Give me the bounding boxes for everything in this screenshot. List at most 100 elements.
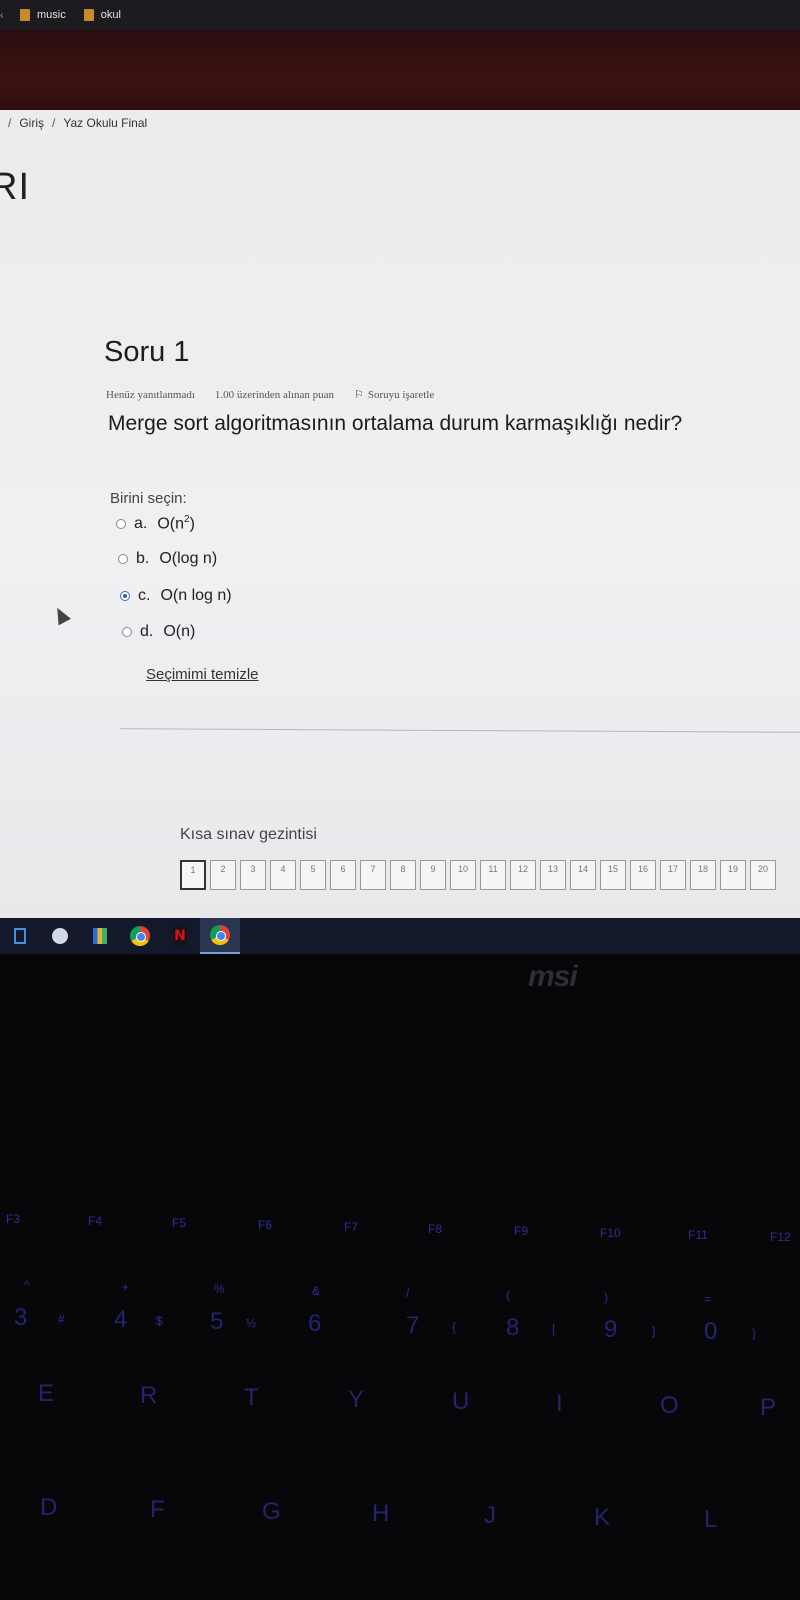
radio-button[interactable] bbox=[118, 554, 128, 564]
quiz-navigation-title: Kısa sınav gezintisi bbox=[180, 826, 317, 843]
quiz-nav-button-12[interactable]: 12 bbox=[510, 860, 536, 890]
key-p: P bbox=[760, 1394, 777, 1421]
quiz-nav-button-5[interactable]: 5 bbox=[300, 860, 326, 890]
key-u: U bbox=[452, 1388, 470, 1415]
quiz-nav-button-19[interactable]: 19 bbox=[720, 860, 746, 890]
key-g: G bbox=[262, 1498, 281, 1525]
key-f: F bbox=[150, 1496, 165, 1523]
quiz-nav-button-15[interactable]: 15 bbox=[600, 860, 626, 890]
quiz-navigation-buttons: 1 2 3 4 5 6 7 8 9 10 11 12 13 14 15 16 17 18 19 20 bbox=[180, 860, 776, 890]
file-explorer-taskbar-button[interactable] bbox=[0, 918, 40, 954]
radio-button-selected[interactable] bbox=[120, 591, 130, 601]
key-3: 3 bbox=[14, 1304, 28, 1331]
clear-choice-link[interactable]: Seçimimi temizle bbox=[146, 666, 259, 683]
quiz-nav-button-3[interactable]: 3 bbox=[240, 860, 266, 890]
quiz-nav-button-10[interactable]: 10 bbox=[450, 860, 476, 890]
key-i: I bbox=[556, 1390, 563, 1417]
key-half: ½ bbox=[246, 1316, 257, 1330]
breadcrumb-home[interactable]: Giriş bbox=[19, 116, 44, 130]
chrome-active-icon bbox=[210, 925, 230, 945]
quiz-nav-button-1[interactable]: 1 bbox=[180, 860, 206, 890]
option-letter: a. bbox=[134, 514, 148, 532]
key-symbol: = bbox=[704, 1292, 712, 1306]
quiz-nav-button-2[interactable]: 2 bbox=[210, 860, 236, 890]
question-grade: 1.00 üzerinden alınan puan bbox=[214, 388, 335, 401]
bookmark-music[interactable]: music bbox=[20, 9, 66, 21]
quiz-page: / Giriş / Yaz Okulu Final RI Soru 1 Henü… bbox=[0, 110, 800, 920]
option-c[interactable]: c. O(n log n) bbox=[120, 587, 232, 605]
netflix-icon: N bbox=[173, 927, 187, 945]
quiz-nav-button-17[interactable]: 17 bbox=[660, 860, 686, 890]
key-symbol: + bbox=[122, 1280, 130, 1294]
key-h: H bbox=[372, 1500, 390, 1527]
quiz-nav-button-7[interactable]: 7 bbox=[360, 860, 386, 890]
key-9: 9 bbox=[604, 1316, 618, 1343]
quiz-nav-button-11[interactable]: 11 bbox=[480, 860, 506, 890]
key-brace-close: } bbox=[752, 1326, 757, 1340]
overflow-chevron-icon[interactable]: ‹ bbox=[0, 10, 8, 21]
books-taskbar-button[interactable] bbox=[80, 918, 120, 954]
question-text: Merge sort algoritmasının ortalama durum… bbox=[108, 412, 683, 435]
key-f10: F10 bbox=[600, 1226, 621, 1240]
breadcrumb: / Giriş / Yaz Okulu Final bbox=[8, 116, 148, 130]
key-d: D bbox=[40, 1494, 58, 1521]
flag-label: Soruyu işaretle bbox=[367, 388, 435, 401]
key-f6: F6 bbox=[258, 1218, 273, 1232]
option-text: O(n2) bbox=[157, 514, 195, 533]
key-brace-open: { bbox=[452, 1320, 457, 1334]
quiz-nav-button-18[interactable]: 18 bbox=[690, 860, 716, 890]
flag-question-button[interactable]: ⚐ Soruyu işaretle bbox=[354, 388, 435, 402]
option-a[interactable]: a. O(n2) bbox=[116, 514, 195, 533]
netflix-taskbar-button[interactable]: N bbox=[160, 918, 200, 954]
option-text: O(n) bbox=[163, 623, 196, 640]
key-f11: F11 bbox=[688, 1228, 708, 1242]
key-symbol: ) bbox=[604, 1290, 608, 1304]
key-8: 8 bbox=[506, 1314, 520, 1341]
key-hash: # bbox=[58, 1312, 65, 1326]
quiz-nav-button-8[interactable]: 8 bbox=[390, 860, 416, 890]
radio-button[interactable] bbox=[116, 518, 126, 529]
quiz-nav-button-6[interactable]: 6 bbox=[330, 860, 356, 890]
flag-icon: ⚐ bbox=[354, 389, 364, 401]
key-4: 4 bbox=[114, 1306, 128, 1333]
chrome-active-taskbar-button[interactable] bbox=[200, 918, 240, 954]
option-b[interactable]: b. O(log n) bbox=[118, 550, 217, 568]
key-k: K bbox=[594, 1504, 611, 1531]
chrome-icon bbox=[130, 926, 150, 946]
bookmark-okul[interactable]: okul bbox=[83, 9, 121, 21]
key-r: R bbox=[140, 1382, 158, 1409]
key-y: Y bbox=[348, 1386, 365, 1413]
chrome-taskbar-button[interactable] bbox=[120, 918, 160, 954]
key-symbol: ( bbox=[506, 1288, 510, 1302]
breadcrumb-course[interactable]: Yaz Okulu Final bbox=[63, 116, 147, 130]
key-f9: F9 bbox=[514, 1224, 529, 1238]
quiz-nav-button-14[interactable]: 14 bbox=[570, 860, 596, 890]
key-f8: F8 bbox=[428, 1222, 443, 1236]
key-bracket-open: [ bbox=[552, 1322, 556, 1336]
option-d[interactable]: d. O(n) bbox=[122, 623, 195, 641]
steam-icon bbox=[52, 928, 68, 944]
quiz-nav-button-16[interactable]: 16 bbox=[630, 860, 656, 890]
bookmark-label: music bbox=[37, 9, 66, 21]
key-0: 0 bbox=[704, 1318, 718, 1345]
key-f7: F7 bbox=[344, 1220, 359, 1234]
choose-label: Birini seçin: bbox=[110, 490, 187, 507]
divider bbox=[120, 728, 800, 733]
quiz-nav-button-13[interactable]: 13 bbox=[540, 860, 566, 890]
quiz-nav-button-4[interactable]: 4 bbox=[270, 860, 296, 890]
key-f4: F4 bbox=[88, 1214, 103, 1228]
quiz-nav-button-9[interactable]: 9 bbox=[420, 860, 446, 890]
site-header-band bbox=[0, 30, 800, 112]
folder-icon bbox=[20, 9, 30, 21]
mouse-cursor-icon bbox=[52, 606, 70, 624]
key-f3: F3 bbox=[6, 1212, 21, 1226]
key-symbol: & bbox=[312, 1284, 321, 1298]
key-symbol: % bbox=[214, 1282, 225, 1296]
key-o: O bbox=[660, 1392, 679, 1419]
key-l: L bbox=[704, 1506, 718, 1533]
radio-button[interactable] bbox=[122, 627, 132, 637]
steam-taskbar-button[interactable] bbox=[40, 918, 80, 954]
quiz-nav-button-20[interactable]: 20 bbox=[750, 860, 776, 890]
key-symbol: ^ bbox=[24, 1278, 30, 1292]
key-bracket-close: ] bbox=[652, 1324, 656, 1338]
